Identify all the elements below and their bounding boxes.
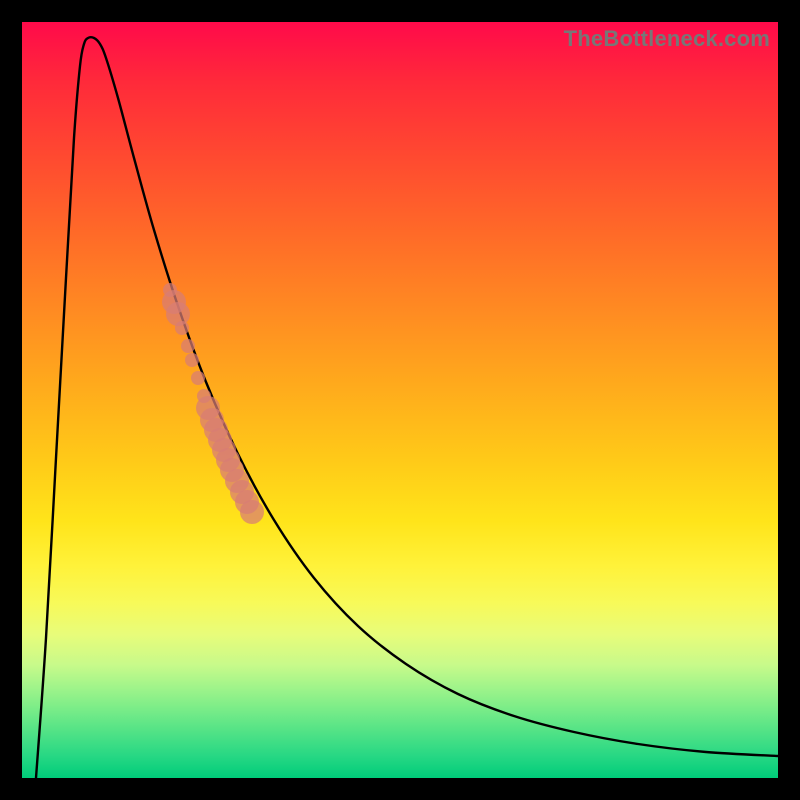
- data-marker: [181, 339, 195, 353]
- data-marker: [175, 321, 189, 335]
- plot-area: TheBottleneck.com: [22, 22, 778, 778]
- bottleneck-curve: [36, 37, 778, 778]
- chart-frame: TheBottleneck.com: [0, 0, 800, 800]
- curve-layer: [22, 22, 778, 778]
- marker-group: [162, 283, 264, 524]
- data-marker: [240, 500, 264, 524]
- data-marker: [185, 353, 199, 367]
- data-marker: [191, 371, 205, 385]
